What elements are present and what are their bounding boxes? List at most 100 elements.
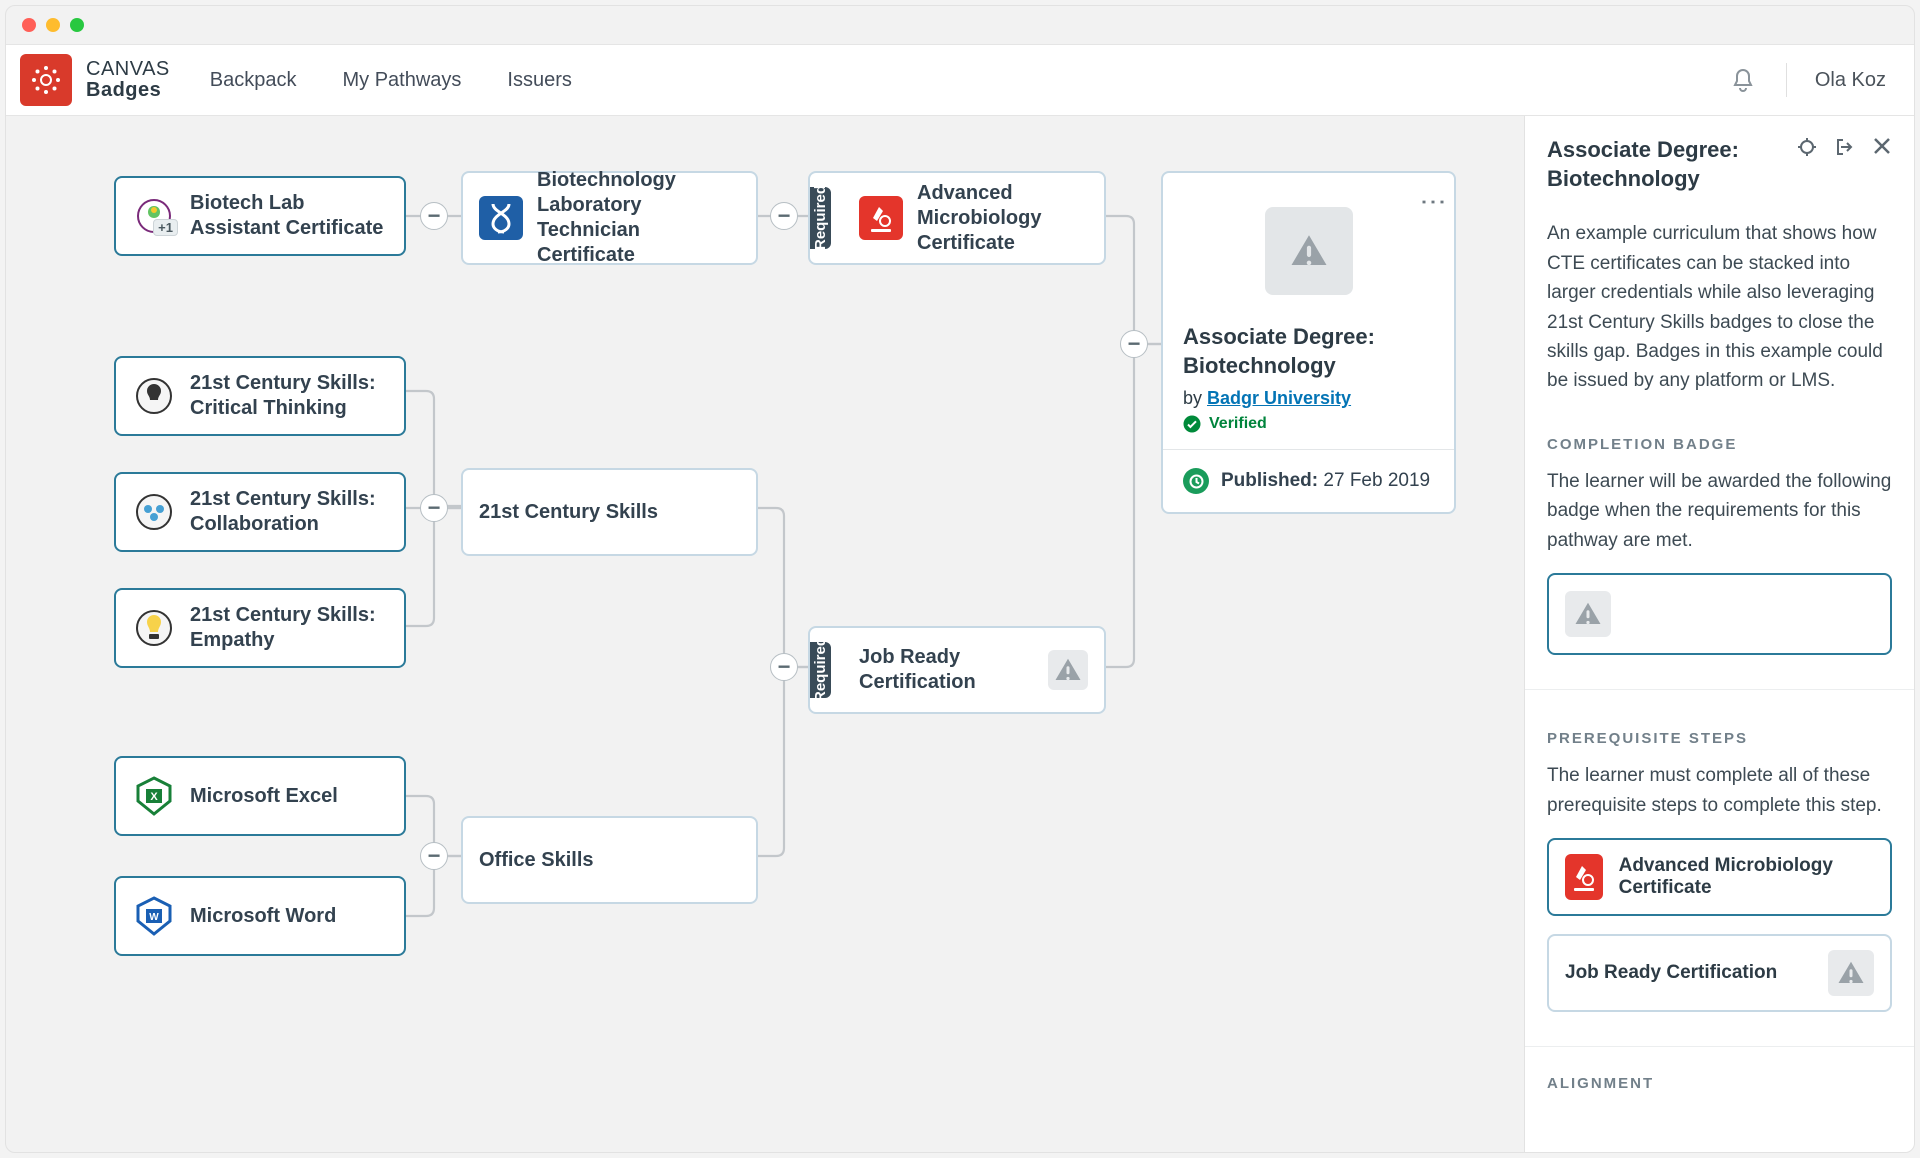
completion-badge-heading: COMPLETION BADGE <box>1547 436 1892 453</box>
bell-icon <box>1731 67 1755 93</box>
badge-icon <box>132 606 176 650</box>
node-label: Microsoft Excel <box>190 784 338 809</box>
close-window-dot[interactable] <box>22 18 36 32</box>
node-empathy[interactable]: 21st Century Skills: Empathy <box>114 588 406 668</box>
pathway-summary-card[interactable]: ⋮ Associate Degree: Biotechnology by Bad… <box>1161 171 1456 514</box>
pathway-issuer-link[interactable]: Badgr University <box>1207 388 1351 408</box>
prerequisite-text: The learner must complete all of these p… <box>1547 761 1892 820</box>
collapse-toggle[interactable]: − <box>770 202 798 230</box>
microscope-icon <box>859 196 903 240</box>
prereq-label: Advanced Microbiology Certificate <box>1619 855 1874 899</box>
verified-label: Verified <box>1209 415 1267 433</box>
badge-icon: +1 <box>132 194 176 238</box>
node-label: Office Skills <box>479 848 594 873</box>
warning-icon <box>1565 591 1611 637</box>
prerequisite-heading: PREREQUISITE STEPS <box>1547 730 1892 747</box>
microscope-icon <box>1565 854 1603 900</box>
badge-icon <box>479 196 523 240</box>
alignment-heading: ALIGNMENT <box>1547 1075 1892 1092</box>
nav-my-pathways[interactable]: My Pathways <box>342 69 461 92</box>
vertical-divider <box>1786 63 1787 97</box>
node-biotech-technician[interactable]: Biotechnology Laboratory Technician Cert… <box>461 171 758 265</box>
prereq-label: Job Ready Certification <box>1565 962 1777 984</box>
prereq-card-advanced-microbiology[interactable]: Advanced Microbiology Certificate <box>1547 838 1892 916</box>
top-bar-right: Ola Koz <box>1728 63 1886 97</box>
nav-issuers[interactable]: Issuers <box>507 69 571 92</box>
brand-text: CANVAS Badges <box>86 59 170 101</box>
node-biotech-assistant[interactable]: +1 Biotech Lab Assistant Certificate <box>114 176 406 256</box>
required-tag: Required <box>810 642 831 698</box>
published-label: Published: <box>1221 470 1318 491</box>
node-job-ready-certification[interactable]: Required Job Ready Certification <box>808 626 1106 714</box>
brand-line2: Badges <box>86 80 170 101</box>
collapse-toggle[interactable]: − <box>420 494 448 522</box>
user-menu[interactable]: Ola Koz <box>1815 69 1886 92</box>
warning-icon <box>1048 650 1088 690</box>
node-label: Biotech Lab Assistant Certificate <box>190 191 388 241</box>
check-circle-icon <box>1183 415 1201 433</box>
badge-icon <box>132 374 176 418</box>
extra-badge-count: +1 <box>153 219 178 236</box>
brand[interactable]: CANVAS Badges <box>20 54 170 106</box>
node-advanced-microbiology[interactable]: Required Advanced Microbiology Certifica… <box>808 171 1106 265</box>
brand-logo-icon <box>20 54 72 106</box>
target-icon <box>1796 136 1818 158</box>
nav-backpack[interactable]: Backpack <box>210 69 297 92</box>
badge-icon: W <box>132 894 176 938</box>
main-area: − − − − − − +1 Biotech Lab Assistant Cer… <box>6 116 1914 1152</box>
app-window: CANVAS Badges Backpack My Pathways Issue… <box>5 5 1915 1153</box>
node-microsoft-excel[interactable]: X Microsoft Excel <box>114 756 406 836</box>
node-label: 21st Century Skills: Empathy <box>190 603 388 653</box>
maximize-window-dot[interactable] <box>70 18 84 32</box>
pathway-published: Published: 27 Feb 2019 <box>1163 449 1454 512</box>
more-menu-button[interactable]: ⋮ <box>1430 189 1438 217</box>
node-label: 21st Century Skills: Collaboration <box>190 487 388 537</box>
collapse-toggle[interactable]: − <box>420 202 448 230</box>
node-label: 21st Century Skills <box>479 500 658 525</box>
exit-icon <box>1834 136 1856 158</box>
verified-badge: Verified <box>1183 415 1434 433</box>
warning-icon <box>1828 950 1874 996</box>
clock-icon <box>1183 468 1209 494</box>
svg-text:X: X <box>150 791 158 803</box>
required-tag: Required <box>810 187 831 249</box>
node-office-skills[interactable]: Office Skills <box>461 816 758 904</box>
published-date: 27 Feb 2019 <box>1323 470 1430 491</box>
section-divider <box>1525 689 1914 690</box>
node-critical-thinking[interactable]: 21st Century Skills: Critical Thinking <box>114 356 406 436</box>
close-icon <box>1872 136 1892 156</box>
top-bar: CANVAS Badges Backpack My Pathways Issue… <box>6 44 1914 116</box>
pathway-by-prefix: by <box>1183 388 1207 408</box>
brand-line1: CANVAS <box>86 59 170 80</box>
pathway-badge-placeholder-icon <box>1265 207 1353 295</box>
pathway-title: Associate Degree: Biotechnology <box>1183 323 1434 380</box>
node-label: Job Ready Certification <box>859 645 1034 695</box>
open-external-button[interactable] <box>1834 136 1856 163</box>
prereq-card-job-ready[interactable]: Job Ready Certification <box>1547 934 1892 1012</box>
panel-title: Associate Degree: Biotechnology <box>1547 136 1786 193</box>
main-nav: Backpack My Pathways Issuers <box>210 69 572 92</box>
section-divider <box>1525 1046 1914 1047</box>
collapse-toggle[interactable]: − <box>770 653 798 681</box>
details-panel: Associate Degree: Biotechnology An examp… <box>1524 116 1914 1152</box>
notifications-button[interactable] <box>1728 65 1758 95</box>
completion-badge-text: The learner will be awarded the followin… <box>1547 467 1892 555</box>
panel-actions <box>1796 136 1892 163</box>
window-controls <box>6 6 1914 44</box>
locate-button[interactable] <box>1796 136 1818 163</box>
collapse-toggle[interactable]: − <box>420 842 448 870</box>
node-label: Biotechnology Laboratory Technician Cert… <box>537 168 740 268</box>
close-panel-button[interactable] <box>1872 136 1892 163</box>
badge-icon <box>132 490 176 534</box>
minimize-window-dot[interactable] <box>46 18 60 32</box>
node-label: 21st Century Skills: Critical Thinking <box>190 371 388 421</box>
node-label: Advanced Microbiology Certificate <box>917 181 1088 256</box>
node-microsoft-word[interactable]: W Microsoft Word <box>114 876 406 956</box>
badge-icon: X <box>132 774 176 818</box>
collapse-toggle[interactable]: − <box>1120 330 1148 358</box>
node-collaboration[interactable]: 21st Century Skills: Collaboration <box>114 472 406 552</box>
completion-badge-card[interactable] <box>1547 573 1892 655</box>
pathway-canvas[interactable]: − − − − − − +1 Biotech Lab Assistant Cer… <box>6 116 1524 1152</box>
panel-description: An example curriculum that shows how CTE… <box>1547 219 1892 396</box>
node-21st-century-skills[interactable]: 21st Century Skills <box>461 468 758 556</box>
